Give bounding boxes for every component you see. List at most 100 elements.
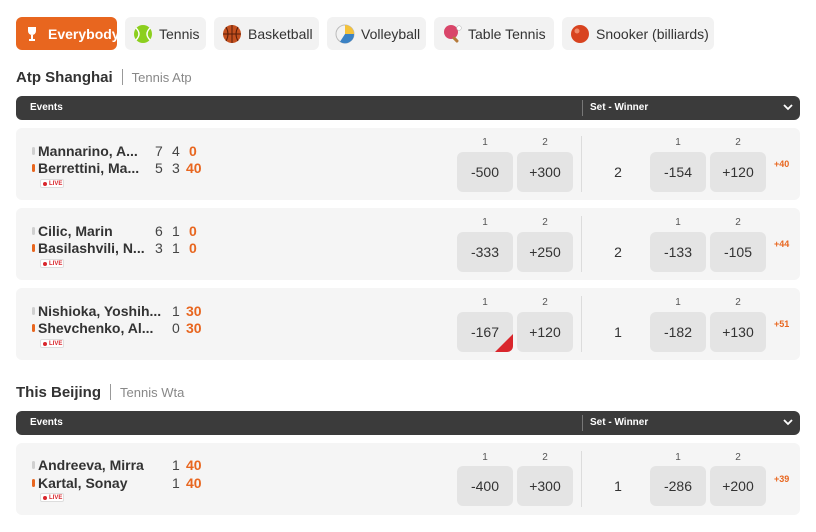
league-category: Tennis Atp — [131, 69, 192, 85]
live-dot-icon — [43, 261, 47, 266]
divider — [581, 136, 582, 192]
game-points: 30 — [186, 303, 202, 319]
tab-label: Basketball — [248, 25, 313, 42]
set-score: 1 — [172, 475, 180, 491]
divider — [121, 69, 123, 85]
more-markets-link[interactable]: +44 — [774, 239, 789, 249]
team-name: Cilic, Marin — [38, 223, 113, 239]
events-header: Events Set - Winner — [16, 411, 800, 435]
live-badge: LIVE — [40, 339, 64, 348]
tab-label: Tennis — [159, 25, 200, 42]
league-title[interactable]: Atp Shanghai Tennis Atp — [16, 67, 192, 87]
serve-indicator — [32, 307, 35, 315]
set-score: 6 — [155, 223, 163, 239]
team-name: Berrettini, Ma... — [38, 160, 140, 176]
chevron-down-icon[interactable] — [781, 415, 795, 429]
event-card[interactable]: Andreeva, Mirra 1 40 Kartal, Sonay 1 40 … — [16, 443, 800, 515]
serve-indicator — [32, 479, 35, 487]
odds-value: +300 — [529, 164, 561, 180]
odds-label: 2 — [735, 137, 741, 148]
tab-label: Table Tennis — [468, 25, 546, 42]
odds-label: 2 — [542, 137, 548, 148]
live-label: LIVE — [49, 260, 63, 267]
odds-button[interactable]: +300 — [517, 466, 573, 506]
team-1: Nishioka, Yoshih... — [32, 303, 161, 319]
live-dot-icon — [43, 495, 47, 500]
team-name: Shevchenko, Al... — [38, 320, 154, 336]
divider — [110, 384, 112, 400]
serve-indicator — [32, 461, 35, 469]
odds-button[interactable]: -286 — [650, 466, 706, 506]
tab-basketball[interactable]: Basketball — [214, 17, 319, 50]
events-header: Events Set - Winner — [16, 96, 800, 120]
team-2: Berrettini, Ma... — [32, 160, 139, 176]
odds-button[interactable]: -182 — [650, 312, 706, 352]
odds-button[interactable]: +120 — [517, 312, 573, 352]
odds-button[interactable]: +200 — [710, 466, 766, 506]
odds-label: 1 — [482, 452, 488, 463]
odds-label: 1 — [482, 217, 488, 228]
event-card[interactable]: Nishioka, Yoshih... 1 30 Shevchenko, Al.… — [16, 288, 800, 360]
odds-button[interactable]: +300 — [517, 152, 573, 192]
more-markets-link[interactable]: +39 — [774, 474, 789, 484]
team-name: Mannarino, A... — [38, 143, 138, 159]
divider — [582, 100, 583, 116]
odds-button[interactable]: -333 — [457, 232, 513, 272]
set-score: 5 — [155, 160, 163, 176]
odds-button[interactable]: -105 — [710, 232, 766, 272]
tab-snooker[interactable]: Snooker (billiards) — [562, 17, 714, 50]
odds-label: 1 — [482, 137, 488, 148]
odds-value: +250 — [529, 244, 561, 260]
events-column-label: Events — [30, 102, 63, 113]
odds-button[interactable]: +130 — [710, 312, 766, 352]
odds-button[interactable]: -167 — [457, 312, 513, 352]
odds-label: 1 — [482, 297, 488, 308]
set-score: 3 — [155, 240, 163, 256]
event-card[interactable]: Mannarino, A... 7 4 0 Berrettini, Ma... … — [16, 128, 800, 200]
odds-value: -286 — [663, 478, 693, 494]
odds-button[interactable]: -500 — [457, 152, 513, 192]
set-number: 2 — [614, 244, 622, 260]
odds-button[interactable]: -400 — [457, 466, 513, 506]
set-score: 1 — [172, 240, 180, 256]
serve-indicator — [32, 324, 35, 332]
odds-value: +120 — [722, 164, 754, 180]
tab-everybody[interactable]: Everybody — [16, 17, 120, 50]
tab-table-tennis[interactable]: Table Tennis — [434, 17, 554, 50]
odds-value: +300 — [529, 478, 561, 494]
event-card[interactable]: Cilic, Marin 6 1 0 Basilashvili, N... 3 … — [16, 208, 800, 280]
live-label: LIVE — [49, 494, 63, 501]
game-points: 40 — [186, 160, 202, 176]
set-score: 1 — [172, 457, 180, 473]
set-number: 1 — [614, 478, 622, 494]
chevron-down-icon[interactable] — [781, 100, 795, 114]
odds-button[interactable]: -133 — [650, 232, 706, 272]
divider — [581, 296, 582, 352]
odds-button[interactable]: -154 — [650, 152, 706, 192]
volleyball-icon — [335, 24, 355, 43]
game-points: 40 — [186, 475, 202, 491]
odds-button[interactable]: +120 — [710, 152, 766, 192]
game-points: 40 — [186, 457, 202, 473]
tab-tennis[interactable]: Tennis — [125, 17, 206, 50]
divider — [581, 451, 582, 507]
trophy-icon — [28, 26, 36, 41]
odds-value: -154 — [663, 164, 693, 180]
league-title[interactable]: This Beijing Tennis Wta — [16, 382, 184, 402]
team-2: Kartal, Sonay — [32, 475, 127, 491]
more-markets-link[interactable]: +40 — [774, 159, 789, 169]
basketball-icon — [223, 24, 241, 43]
tab-volleyball[interactable]: Volleyball — [327, 17, 426, 50]
team-1: Andreeva, Mirra — [32, 457, 144, 473]
odds-button[interactable]: +250 — [517, 232, 573, 272]
serve-indicator — [32, 147, 35, 155]
odds-drop-indicator-icon — [495, 334, 513, 352]
odds-value: -333 — [470, 244, 500, 260]
live-label: LIVE — [49, 180, 63, 187]
odds-label: 1 — [675, 452, 681, 463]
more-markets-link[interactable]: +51 — [774, 319, 789, 329]
divider — [581, 216, 582, 272]
tab-label: Snooker (billiards) — [596, 25, 709, 42]
league-name: This Beijing — [16, 383, 102, 401]
game-points: 0 — [189, 143, 197, 159]
